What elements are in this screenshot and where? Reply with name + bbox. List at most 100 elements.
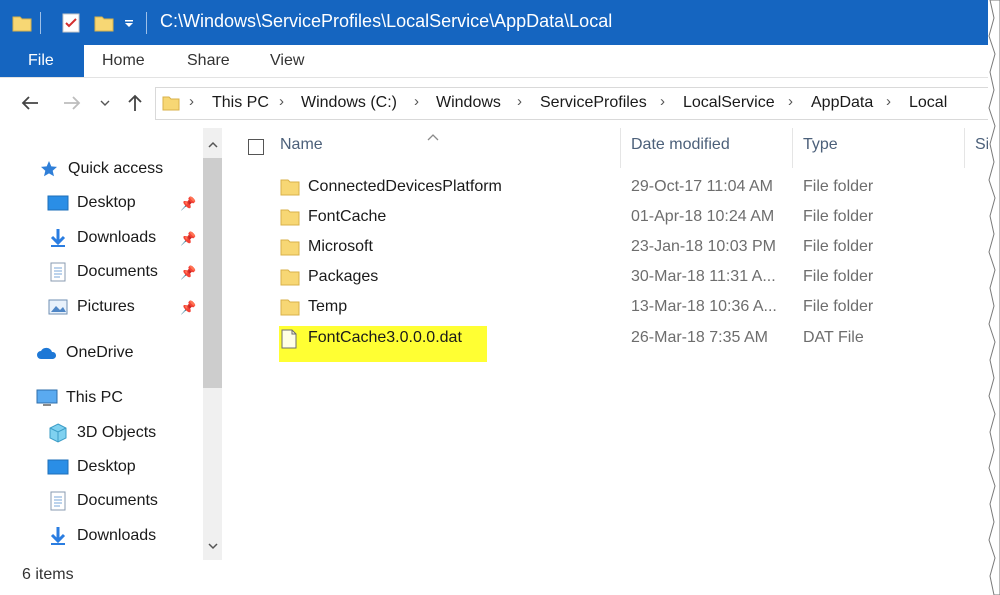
nav-item-pictures[interactable]: Pictures: [47, 292, 135, 322]
breadcrumb-separator-icon[interactable]: ›: [279, 93, 284, 110]
folder-icon: [280, 268, 302, 288]
nav-item-desktop[interactable]: Desktop: [47, 188, 136, 218]
file-date: 29-Oct-17 11:04 AM: [631, 178, 773, 195]
file-type: File folder: [803, 178, 874, 195]
folder-icon: [280, 178, 302, 198]
table-row[interactable]: FontCache3.0.0.0.dat 26-Mar-18 7:35 AM D…: [222, 324, 988, 354]
nav-item-label: This PC: [66, 389, 123, 406]
navigation-pane: Quick access Desktop 📌 Downloads 📌 Docum…: [0, 128, 222, 560]
properties-icon[interactable]: [58, 10, 84, 36]
file-date: 13-Mar-18 10:36 A...: [631, 298, 777, 315]
file-name: Packages: [308, 268, 379, 285]
file-date: 26-Mar-18 7:35 AM: [631, 329, 768, 346]
nav-item-downloads[interactable]: Downloads: [47, 223, 156, 253]
tab-share[interactable]: Share: [187, 45, 230, 77]
file-name: FontCache: [308, 208, 387, 225]
nav-item-label: OneDrive: [66, 344, 134, 361]
new-folder-icon[interactable]: [92, 10, 116, 36]
select-all-checkbox[interactable]: [248, 139, 264, 155]
column-divider[interactable]: [620, 128, 621, 168]
column-header-date-modified[interactable]: Date modified: [631, 136, 730, 154]
torn-edge-decoration: [988, 0, 1000, 595]
file-icon: [280, 329, 302, 349]
breadcrumb-separator-icon[interactable]: ›: [660, 93, 665, 110]
file-type: File folder: [803, 208, 874, 225]
file-name: FontCache3.0.0.0.dat: [308, 329, 462, 346]
desktop-icon: [47, 193, 69, 213]
pin-icon[interactable]: 📌: [180, 196, 196, 212]
nav-item-label: Documents: [77, 492, 158, 509]
file-name: ConnectedDevicesPlatform: [308, 178, 502, 195]
breadcrumb-local[interactable]: Local: [909, 94, 947, 112]
file-name: Microsoft: [308, 238, 373, 255]
breadcrumb-localservice[interactable]: LocalService: [683, 94, 775, 112]
table-row[interactable]: FontCache 01-Apr-18 10:24 AM File folder: [222, 203, 988, 233]
documents-icon: [47, 262, 69, 282]
download-icon: [47, 526, 69, 546]
breadcrumb-separator-icon[interactable]: ›: [517, 93, 522, 110]
file-list: Name Date modified Type Si ConnectedDevi…: [222, 128, 988, 560]
nav-item-this-pc[interactable]: This PC: [36, 383, 123, 413]
column-header-type[interactable]: Type: [803, 136, 838, 154]
breadcrumb-serviceprofiles[interactable]: ServiceProfiles: [540, 94, 647, 112]
item-count: 6 items: [22, 566, 74, 583]
tab-home[interactable]: Home: [102, 45, 145, 77]
tab-file[interactable]: File: [0, 45, 84, 77]
breadcrumb-this-pc[interactable]: This PC: [212, 94, 269, 112]
table-row[interactable]: Microsoft 23-Jan-18 10:03 PM File folder: [222, 233, 988, 263]
breadcrumb-windows[interactable]: Windows: [436, 94, 501, 112]
nav-item-label: Quick access: [68, 160, 164, 177]
column-divider[interactable]: [964, 128, 965, 168]
ribbon: File Home Share View: [0, 45, 988, 78]
scrollbar-thumb[interactable]: [203, 158, 222, 388]
nav-item-downloads-pc[interactable]: Downloads: [47, 521, 156, 551]
forward-arrow-icon[interactable]: [58, 90, 86, 116]
breadcrumb-separator-icon[interactable]: ›: [189, 93, 194, 110]
scroll-down-icon[interactable]: [203, 534, 222, 558]
table-row[interactable]: Packages 30-Mar-18 11:31 A... File folde…: [222, 263, 988, 293]
table-row[interactable]: Temp 13-Mar-18 10:36 A... File folder: [222, 293, 988, 323]
pin-icon[interactable]: 📌: [180, 231, 196, 247]
up-arrow-icon[interactable]: [122, 90, 148, 116]
breadcrumb-separator-icon[interactable]: ›: [788, 93, 793, 110]
file-date: 23-Jan-18 10:03 PM: [631, 238, 776, 255]
nav-item-label: Downloads: [77, 229, 157, 246]
breadcrumb-windows-c[interactable]: Windows (C:): [301, 94, 397, 112]
nav-item-onedrive[interactable]: OneDrive: [36, 338, 134, 368]
pictures-icon: [47, 297, 69, 317]
customize-dropdown-icon[interactable]: [120, 10, 138, 36]
back-arrow-icon[interactable]: [16, 90, 44, 116]
file-name: Temp: [308, 298, 348, 315]
pin-icon[interactable]: 📌: [180, 265, 196, 281]
folder-icon[interactable]: [10, 10, 34, 36]
nav-item-label: Documents: [77, 263, 158, 280]
nav-item-desktop-pc[interactable]: Desktop: [47, 452, 136, 482]
folder-icon: [280, 238, 302, 258]
cube-icon: [47, 423, 69, 443]
breadcrumb-separator-icon[interactable]: ›: [886, 93, 891, 110]
file-date: 30-Mar-18 11:31 A...: [631, 268, 776, 285]
breadcrumb-appdata[interactable]: AppData: [811, 94, 873, 112]
address-bar[interactable]: › This PC › Windows (C:) › Windows › Ser…: [155, 87, 988, 120]
explorer-window: C:\Windows\ServiceProfiles\LocalService\…: [0, 0, 988, 595]
folder-icon: [280, 208, 302, 228]
pin-icon[interactable]: 📌: [180, 300, 196, 316]
navigation-row: › This PC › Windows (C:) › Windows › Ser…: [0, 78, 988, 128]
nav-item-documents-pc[interactable]: Documents: [47, 486, 158, 516]
title-bar: C:\Windows\ServiceProfiles\LocalService\…: [0, 0, 988, 45]
scroll-up-icon[interactable]: [203, 132, 222, 156]
column-header-name[interactable]: Name: [280, 136, 323, 154]
column-divider[interactable]: [792, 128, 793, 168]
download-icon: [47, 228, 69, 248]
tab-view[interactable]: View: [270, 45, 304, 77]
nav-item-3d-objects[interactable]: 3D Objects: [47, 418, 156, 448]
nav-item-label: Desktop: [77, 194, 136, 211]
status-bar: 6 items: [0, 562, 988, 592]
breadcrumb-separator-icon[interactable]: ›: [414, 93, 419, 110]
nav-item-documents[interactable]: Documents: [47, 257, 158, 287]
recent-dropdown-icon[interactable]: [96, 90, 114, 116]
toolbar-separator: [146, 12, 147, 34]
file-type: File folder: [803, 298, 874, 315]
table-row[interactable]: ConnectedDevicesPlatform 29-Oct-17 11:04…: [222, 173, 988, 203]
nav-item-quick-access[interactable]: Quick access: [38, 154, 163, 184]
